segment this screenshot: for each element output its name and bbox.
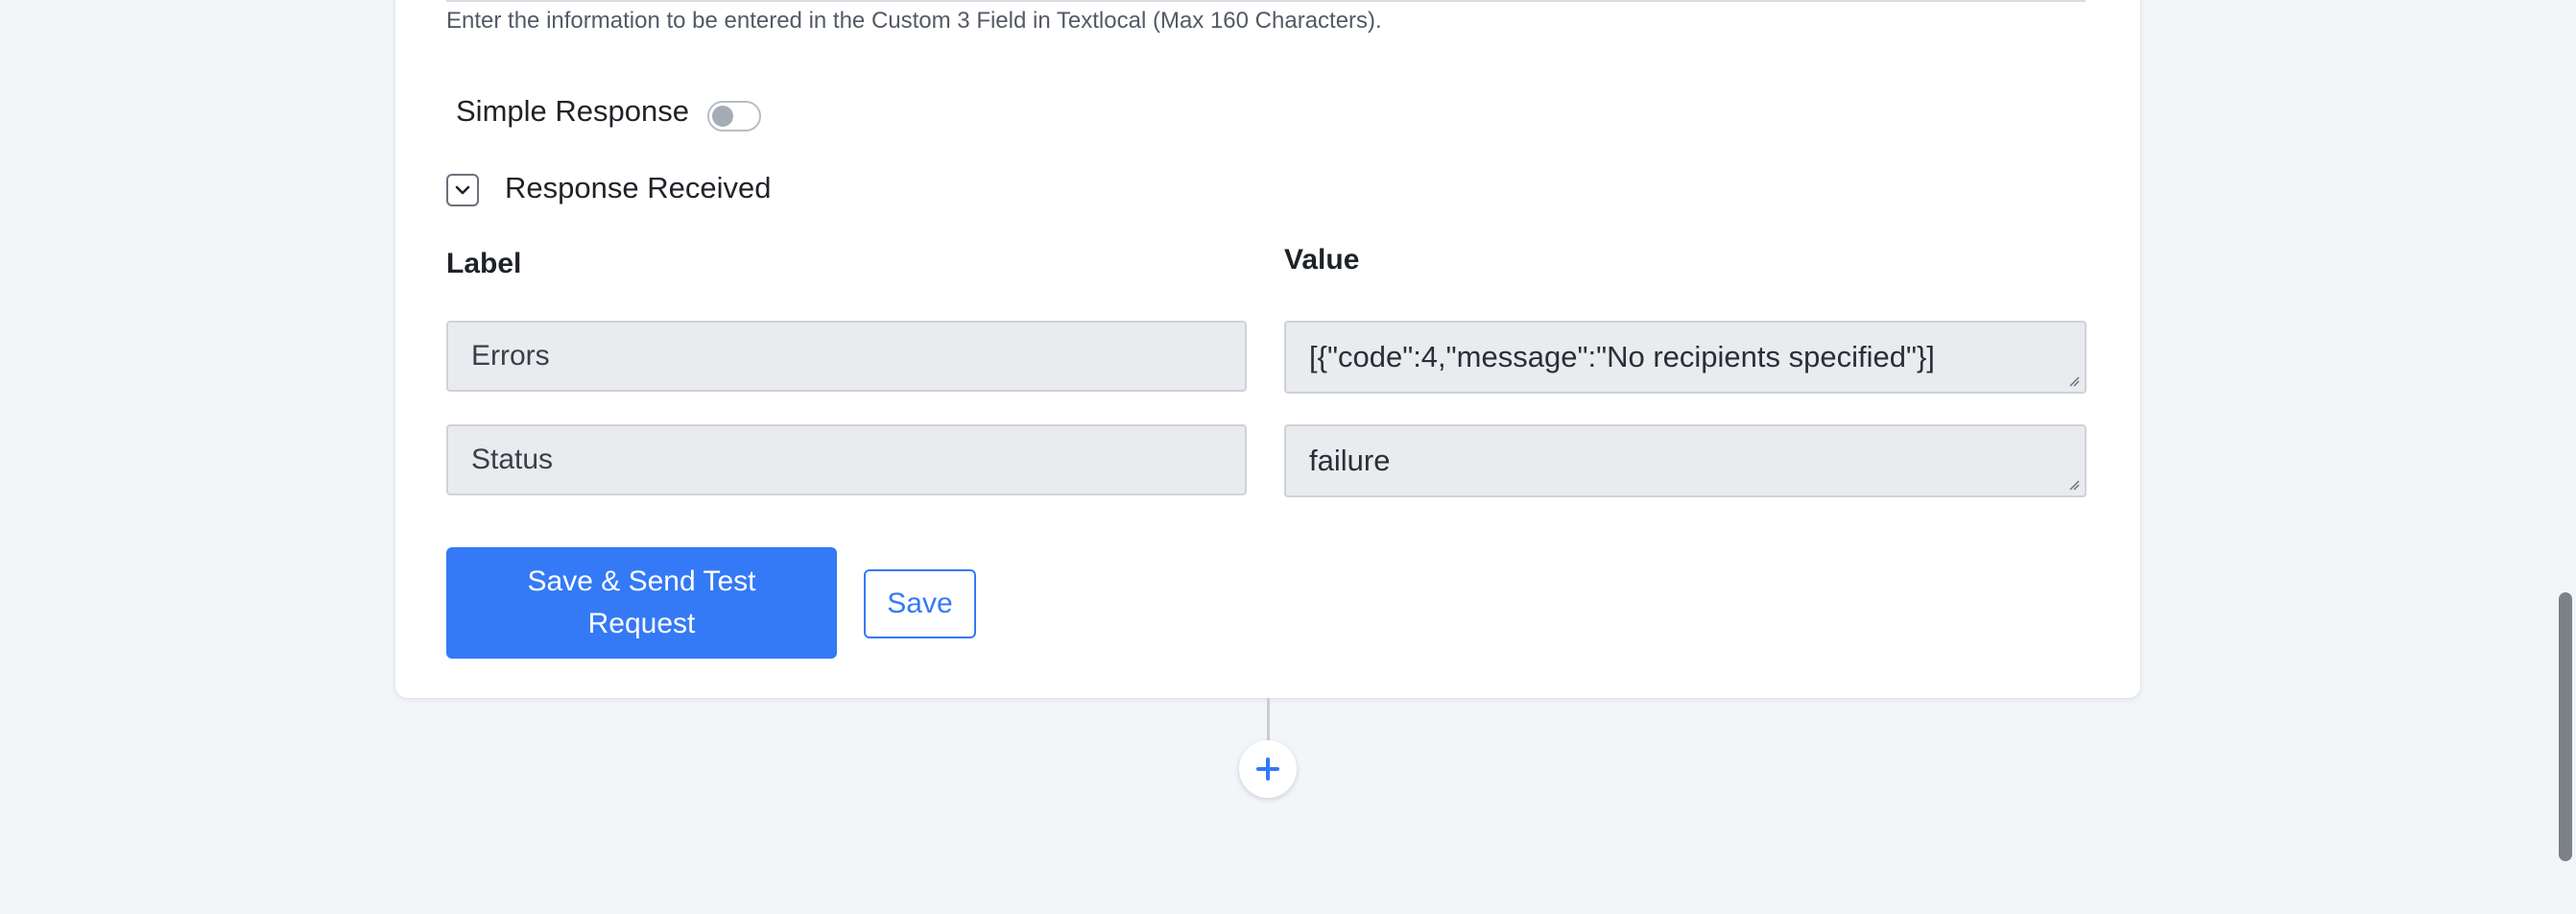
resize-grip-icon[interactable]	[2068, 375, 2080, 387]
response-label-text: Errors	[471, 340, 550, 372]
value-column-header: Value	[1284, 244, 1360, 276]
previous-field-underline	[446, 0, 2086, 2]
scrollbar-thumb[interactable]	[2559, 592, 2572, 861]
save-and-send-test-request-button[interactable]: Save & Send Test Request	[446, 547, 837, 659]
response-label-field[interactable]: Status	[446, 424, 1247, 495]
chevron-down-icon	[455, 185, 470, 195]
response-value-text: failure	[1309, 444, 1391, 477]
plus-icon	[1256, 758, 1279, 781]
response-label-text: Status	[471, 444, 554, 475]
resize-grip-icon[interactable]	[2068, 479, 2080, 491]
response-value-field[interactable]: [{"code":4,"message":"No recipients spec…	[1284, 321, 2087, 394]
vertical-scrollbar[interactable]	[2555, 0, 2576, 914]
response-collapse-button[interactable]	[446, 174, 479, 206]
simple-response-toggle[interactable]	[707, 101, 761, 132]
save-button[interactable]: Save	[864, 569, 976, 638]
response-label-field[interactable]: Errors	[446, 321, 1247, 392]
custom3-field-helper-text: Enter the information to be entered in t…	[446, 8, 1382, 34]
response-value-field[interactable]: failure	[1284, 424, 2087, 497]
toggle-knob	[712, 106, 733, 127]
response-value-text: [{"code":4,"message":"No recipients spec…	[1309, 340, 1935, 373]
add-step-button[interactable]	[1239, 740, 1297, 798]
response-received-title: Response Received	[505, 171, 772, 204]
simple-response-label: Simple Response	[456, 94, 689, 128]
label-column-header: Label	[446, 248, 522, 279]
step-connector-line	[1267, 698, 1270, 746]
